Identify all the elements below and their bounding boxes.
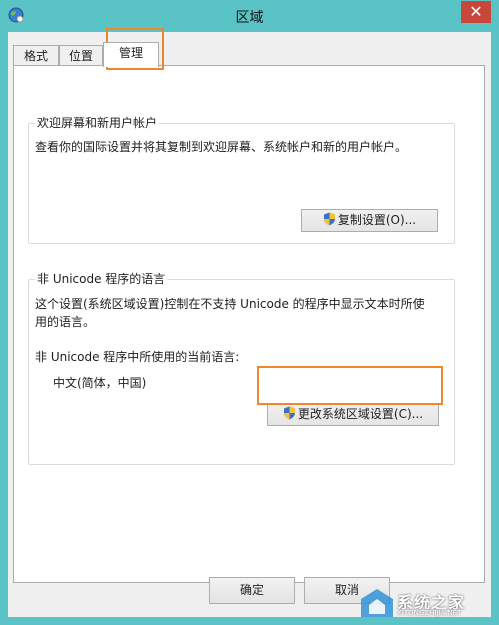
welcome-group-title: 欢迎屏幕和新用户帐户 (35, 115, 160, 131)
non-unicode-group-title: 非 Unicode 程序的语言 (35, 271, 168, 287)
watermark: 系统之家 XITONGZHIJIA.NET (355, 585, 495, 623)
copy-settings-button[interactable]: 复制设置(O)... (301, 209, 438, 232)
uac-shield-icon (283, 406, 295, 420)
tab-administrative[interactable]: 管理 (103, 42, 159, 67)
tab-location-label: 位置 (68, 49, 93, 63)
watermark-logo-icon (361, 589, 393, 617)
uac-shield-icon (323, 212, 335, 226)
region-dialog: 区域 ✕ 格式 位置 管理 欢迎屏幕和新用户帐户 查看你的国际设置并将其复制到欢… (0, 0, 499, 625)
tab-location[interactable]: 位置 (59, 45, 103, 65)
welcome-screen-group: 欢迎屏幕和新用户帐户 查看你的国际设置并将其复制到欢迎屏幕、系统帐户和新的用户帐… (28, 115, 455, 244)
non-unicode-description-line1: 这个设置(系统区域设置)控制在不支持 Unicode 的程序中显示文本时所使 (35, 297, 425, 311)
non-unicode-description-line2: 用的语言。 (35, 315, 96, 329)
dialog-client-area: 格式 位置 管理 欢迎屏幕和新用户帐户 查看你的国际设置并将其复制到欢迎屏幕、系… (8, 28, 491, 617)
administrative-panel: 欢迎屏幕和新用户帐户 查看你的国际设置并将其复制到欢迎屏幕、系统帐户和新的用户帐… (13, 65, 485, 583)
watermark-subtext: XITONGZHIJIA.NET (397, 609, 462, 617)
window-title: 区域 (235, 10, 264, 26)
tab-administrative-label: 管理 (118, 46, 143, 60)
ok-label: 确定 (239, 583, 264, 597)
close-button[interactable]: ✕ (461, 1, 491, 23)
change-system-locale-button[interactable]: 更改系统区域设置(C)... (267, 403, 439, 426)
button-highlight-box (257, 366, 443, 405)
tab-format-label: 格式 (23, 49, 48, 63)
ok-button[interactable]: 确定 (209, 577, 295, 604)
close-icon: ✕ (469, 2, 483, 21)
welcome-description: 查看你的国际设置并将其复制到欢迎屏幕、系统帐户和新的用户帐户。 (35, 140, 408, 154)
title-bar[interactable]: 区域 ✕ (0, 0, 499, 32)
tab-format[interactable]: 格式 (13, 45, 59, 65)
copy-settings-label: 复制设置(O)... (337, 213, 417, 227)
current-language-label: 非 Unicode 程序中所使用的当前语言: (35, 350, 240, 364)
change-system-locale-label: 更改系统区域设置(C)... (297, 407, 424, 421)
